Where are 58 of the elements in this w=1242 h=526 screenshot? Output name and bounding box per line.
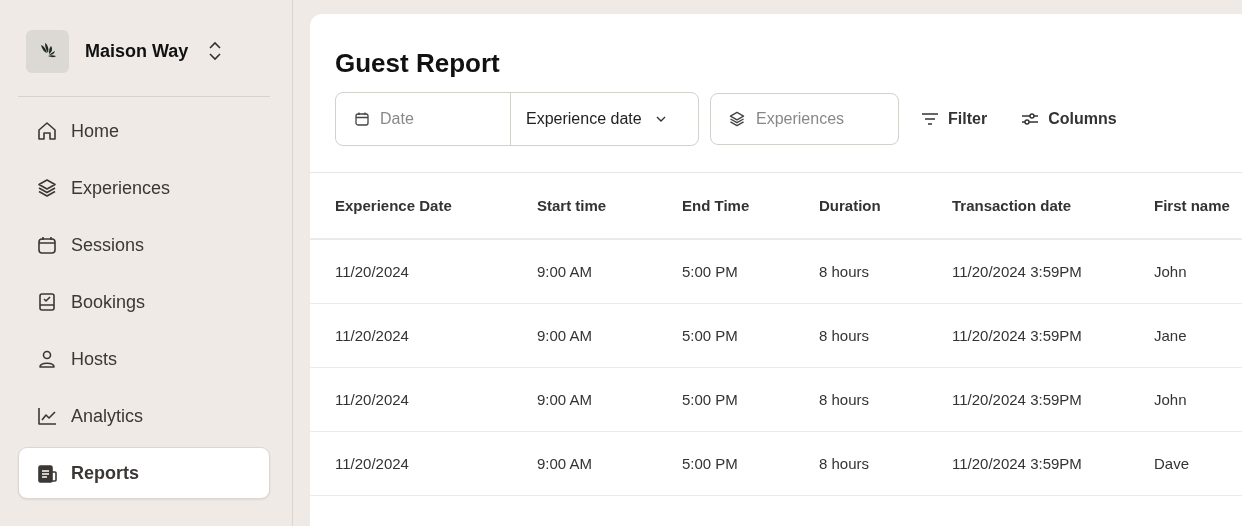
sidebar-item[interactable]: Experiences [18, 162, 270, 214]
column-header: First name [1154, 197, 1231, 214]
column-header: End Time [682, 197, 751, 214]
table-cell-text: 11/20/2024 3:59PM [952, 327, 1083, 344]
experiences-field[interactable]: Experiences [710, 93, 899, 145]
checklist-icon [36, 291, 58, 313]
table-cell-text: 11/20/2024 [335, 391, 410, 408]
line-chart-icon [36, 405, 58, 427]
table-cell-text: 8 hours [819, 455, 871, 472]
table-cell-text: John [1154, 391, 1188, 408]
sidebar-item[interactable]: Analytics [18, 390, 270, 442]
table-cell-text: 11/20/2024 [335, 263, 410, 280]
table-cell-text: 8 hours [819, 263, 871, 280]
person-icon [36, 348, 58, 370]
table-cell-text: 11/20/2024 3:59PM [952, 455, 1083, 472]
calendar-icon [354, 111, 370, 127]
layers-icon [36, 177, 58, 199]
workspace-name[interactable]: Maison Way [85, 40, 189, 62]
table-cell-text: 5:00 PM [682, 455, 739, 472]
column-header: Transaction date [952, 197, 1073, 214]
sidebar-item[interactable]: Home [18, 105, 270, 157]
table-cell-text: Jane [1154, 327, 1188, 344]
sliders-icon [1021, 112, 1040, 126]
clipboard-icon [36, 462, 58, 484]
table-cell-text: 8 hours [819, 327, 871, 344]
date-field[interactable]: Date [336, 93, 511, 145]
table-cell-text: 8 hours [819, 391, 871, 408]
date-type-dropdown[interactable]: Experience date [511, 93, 698, 145]
table-cell-text: 9:00 AM [537, 455, 594, 472]
table-cell-text: John [1154, 263, 1188, 280]
table-cell-text: 5:00 PM [682, 263, 739, 280]
column-header: Experience Date [335, 197, 453, 214]
page-title: Guest Report [335, 47, 501, 80]
filter-button[interactable]: Filter [915, 104, 994, 134]
sidebar-item[interactable]: Reports [18, 447, 270, 499]
table-cell-text: 11/20/2024 3:59PM [952, 263, 1083, 280]
chevron-up-down-icon[interactable] [208, 41, 223, 61]
table-cell-text: 5:00 PM [682, 391, 739, 408]
column-header: Start time [537, 197, 608, 214]
home-icon [36, 120, 58, 142]
table-cell-text: Dave [1154, 455, 1191, 472]
sidebar-item[interactable]: Hosts [18, 333, 270, 385]
columns-button[interactable]: Columns [1015, 104, 1123, 134]
filter-icon [921, 112, 939, 126]
sidebar-item[interactable]: Sessions [18, 219, 270, 271]
calendar-icon [36, 234, 58, 256]
table-cell-text: 11/20/2024 [335, 455, 410, 472]
chevron-down-icon [655, 116, 666, 122]
table-cell-text: 9:00 AM [537, 391, 594, 408]
table-cell-text: 11/20/2024 [335, 327, 410, 344]
sidebar-item[interactable]: Bookings [18, 276, 270, 328]
leaf-logo-icon [26, 29, 69, 73]
table-cell-text: 9:00 AM [537, 327, 594, 344]
table-cell-text: 11/20/2024 3:59PM [952, 391, 1083, 408]
table-cell-text: 9:00 AM [537, 263, 594, 280]
table-cell-text: 5:00 PM [682, 327, 739, 344]
column-header: Duration [819, 197, 882, 214]
layers-icon [728, 110, 746, 128]
